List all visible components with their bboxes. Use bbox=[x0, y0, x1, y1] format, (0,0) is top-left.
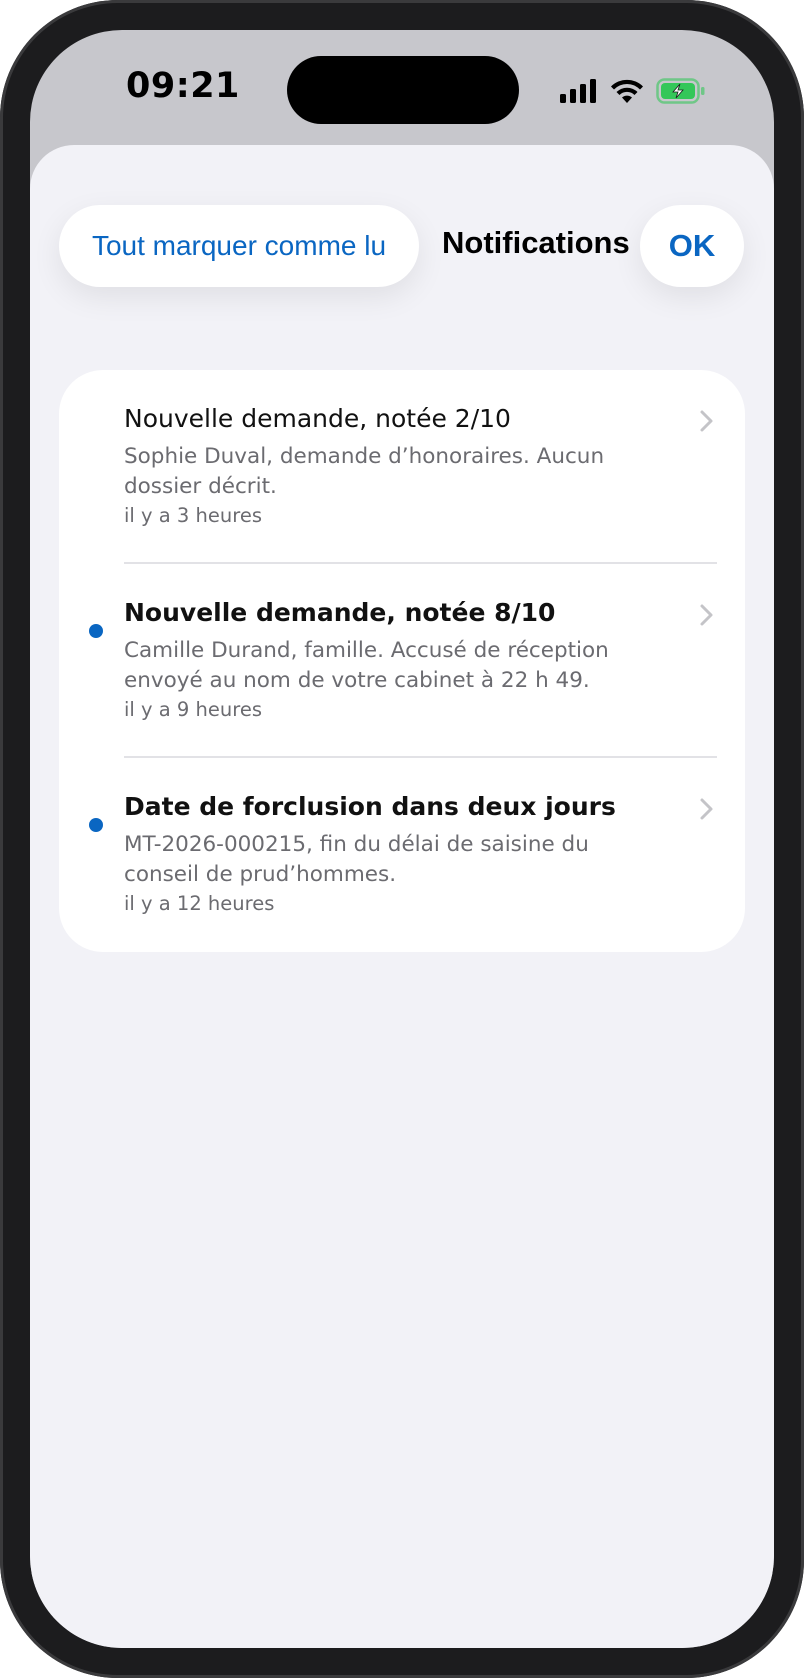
chevron-right-icon bbox=[700, 798, 713, 820]
wifi-icon bbox=[611, 79, 643, 103]
notification-row[interactable]: Nouvelle demande, notée 8/10 Camille Dur… bbox=[59, 564, 745, 758]
status-icons bbox=[560, 76, 706, 106]
dynamic-island bbox=[287, 56, 519, 124]
mark-all-read-label: Tout marquer comme lu bbox=[91, 230, 387, 261]
notification-body: Camille Durand, famille. Accusé de récep… bbox=[124, 638, 609, 693]
notification-body: MT-2026-000215, fin du délai de saisine … bbox=[124, 832, 589, 887]
notifications-list: Nouvelle demande, notée 2/10 Sophie Duva… bbox=[59, 370, 745, 952]
notification-title: Nouvelle demande, notée 2/10 bbox=[124, 404, 511, 433]
notification-row[interactable]: Date de forclusion dans deux jours MT-20… bbox=[59, 758, 745, 952]
chevron-right-icon bbox=[700, 604, 713, 626]
notification-row[interactable]: Nouvelle demande, notée 2/10 Sophie Duva… bbox=[59, 370, 745, 564]
notification-title: Date de forclusion dans deux jours bbox=[124, 792, 616, 821]
unread-dot-icon bbox=[89, 818, 103, 832]
mark-all-read-button[interactable]: Tout marquer comme lu bbox=[59, 205, 419, 287]
cellular-signal-icon bbox=[560, 79, 596, 103]
notification-body: Sophie Duval, demande d’honoraires. Aucu… bbox=[124, 444, 605, 499]
notification-time: il y a 9 heures bbox=[124, 698, 262, 721]
chevron-right-icon bbox=[700, 410, 713, 432]
ok-button[interactable]: OK bbox=[640, 205, 744, 287]
notifications-sheet: Tout marquer comme lu Notifications OK N… bbox=[30, 145, 774, 1648]
page-title: Notifications bbox=[442, 225, 630, 260]
notification-title: Nouvelle demande, notée 8/10 bbox=[124, 598, 556, 627]
notification-time: il y a 12 heures bbox=[124, 892, 275, 915]
battery-charging-icon bbox=[656, 78, 705, 104]
notification-time: il y a 3 heures bbox=[124, 504, 262, 527]
screen: 09:21 Tout marquer comme lu Notification… bbox=[30, 30, 774, 1648]
ok-label: OK bbox=[668, 228, 716, 263]
phone-frame: 09:21 Tout marquer comme lu Notification… bbox=[0, 0, 804, 1678]
unread-dot-icon bbox=[89, 624, 103, 638]
status-time: 09:21 bbox=[126, 66, 240, 106]
